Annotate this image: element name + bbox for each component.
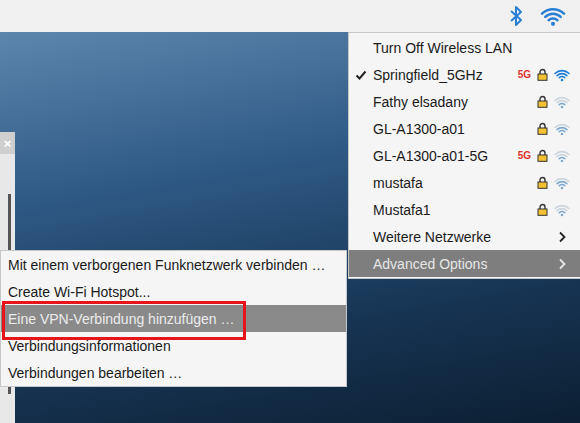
advanced-menu-item[interactable]: Create Wi-Fi Hotspot...: [1, 278, 346, 305]
advanced-menu-item[interactable]: Mit einem verborgenen Funknetzwerk verbi…: [1, 251, 346, 278]
menu-item-label: GL-A1300-a01: [373, 121, 537, 137]
menu-item-label: Create Wi-Fi Hotspot...: [8, 284, 150, 300]
wifi-icon[interactable]: [540, 5, 566, 27]
lock-icon: [537, 203, 548, 216]
lock-icon: [537, 68, 548, 81]
signal-icon: [554, 203, 570, 217]
wifi-menu: Turn Off Wireless LAN Springfield_5GHz 5…: [348, 32, 580, 279]
band-badge: 5G: [518, 69, 531, 80]
signal-icon: [554, 122, 570, 136]
menu-item-label: Verbindungsinformationen: [8, 338, 171, 354]
window-titlebar: ×: [0, 132, 15, 154]
signal-icon: [554, 68, 570, 82]
menu-item-label: Mit einem verborgenen Funknetzwerk verbi…: [8, 257, 326, 273]
check-icon: [355, 69, 367, 81]
wifi-menu-item[interactable]: mustafa: [349, 169, 580, 196]
menu-item-label: Verbindungen bearbeiten …: [8, 365, 182, 381]
chevron-right-icon: [558, 231, 566, 243]
lock-icon: [537, 122, 548, 135]
wifi-menu-item[interactable]: Weitere Netzwerke: [349, 223, 580, 250]
wifi-menu-item[interactable]: GL-A1300-a01-5G 5G: [349, 142, 580, 169]
advanced-menu-item[interactable]: Verbindungsinformationen: [1, 332, 346, 359]
menu-item-label: Advanced Options: [373, 256, 558, 272]
signal-icon: [554, 149, 570, 163]
menu-item-label: Eine VPN-Verbindung hinzufügen …: [8, 311, 234, 327]
wifi-menu-item[interactable]: Advanced Options: [349, 250, 580, 277]
close-button[interactable]: ×: [4, 137, 12, 150]
advanced-options-menu: Mit einem verborgenen Funknetzwerk verbi…: [0, 250, 347, 387]
signal-icon: [554, 176, 570, 190]
menu-item-label: Mustafa1: [373, 202, 537, 218]
menu-item-label: Weitere Netzwerke: [373, 229, 558, 245]
menu-item-label: Turn Off Wireless LAN: [373, 40, 570, 56]
signal-icon: [554, 95, 570, 109]
chevron-right-icon: [558, 258, 566, 270]
wifi-menu-item[interactable]: Springfield_5GHz 5G: [349, 61, 580, 88]
menu-item-label: mustafa: [373, 175, 537, 191]
menu-item-label: Springfield_5GHz: [373, 67, 518, 83]
lock-icon: [537, 95, 548, 108]
lock-icon: [537, 176, 548, 189]
screen: × Turn Off Wireless LAN Springfield_5GHz…: [0, 0, 580, 423]
band-badge: 5G: [518, 150, 531, 161]
taskbar: [0, 0, 580, 32]
menu-item-label: GL-A1300-a01-5G: [373, 148, 518, 164]
advanced-menu-item[interactable]: Eine VPN-Verbindung hinzufügen …: [1, 305, 346, 332]
annotation-box: [2, 301, 246, 340]
advanced-menu-item[interactable]: Verbindungen bearbeiten …: [1, 359, 346, 386]
wifi-menu-item[interactable]: GL-A1300-a01: [349, 115, 580, 142]
menu-item-label: Fathy elsadany: [373, 94, 537, 110]
wifi-menu-item[interactable]: Turn Off Wireless LAN: [349, 34, 580, 61]
lock-icon: [537, 149, 548, 162]
wifi-menu-item[interactable]: Mustafa1: [349, 196, 580, 223]
bluetooth-icon[interactable]: [508, 5, 524, 27]
wifi-menu-item[interactable]: Fathy elsadany: [349, 88, 580, 115]
